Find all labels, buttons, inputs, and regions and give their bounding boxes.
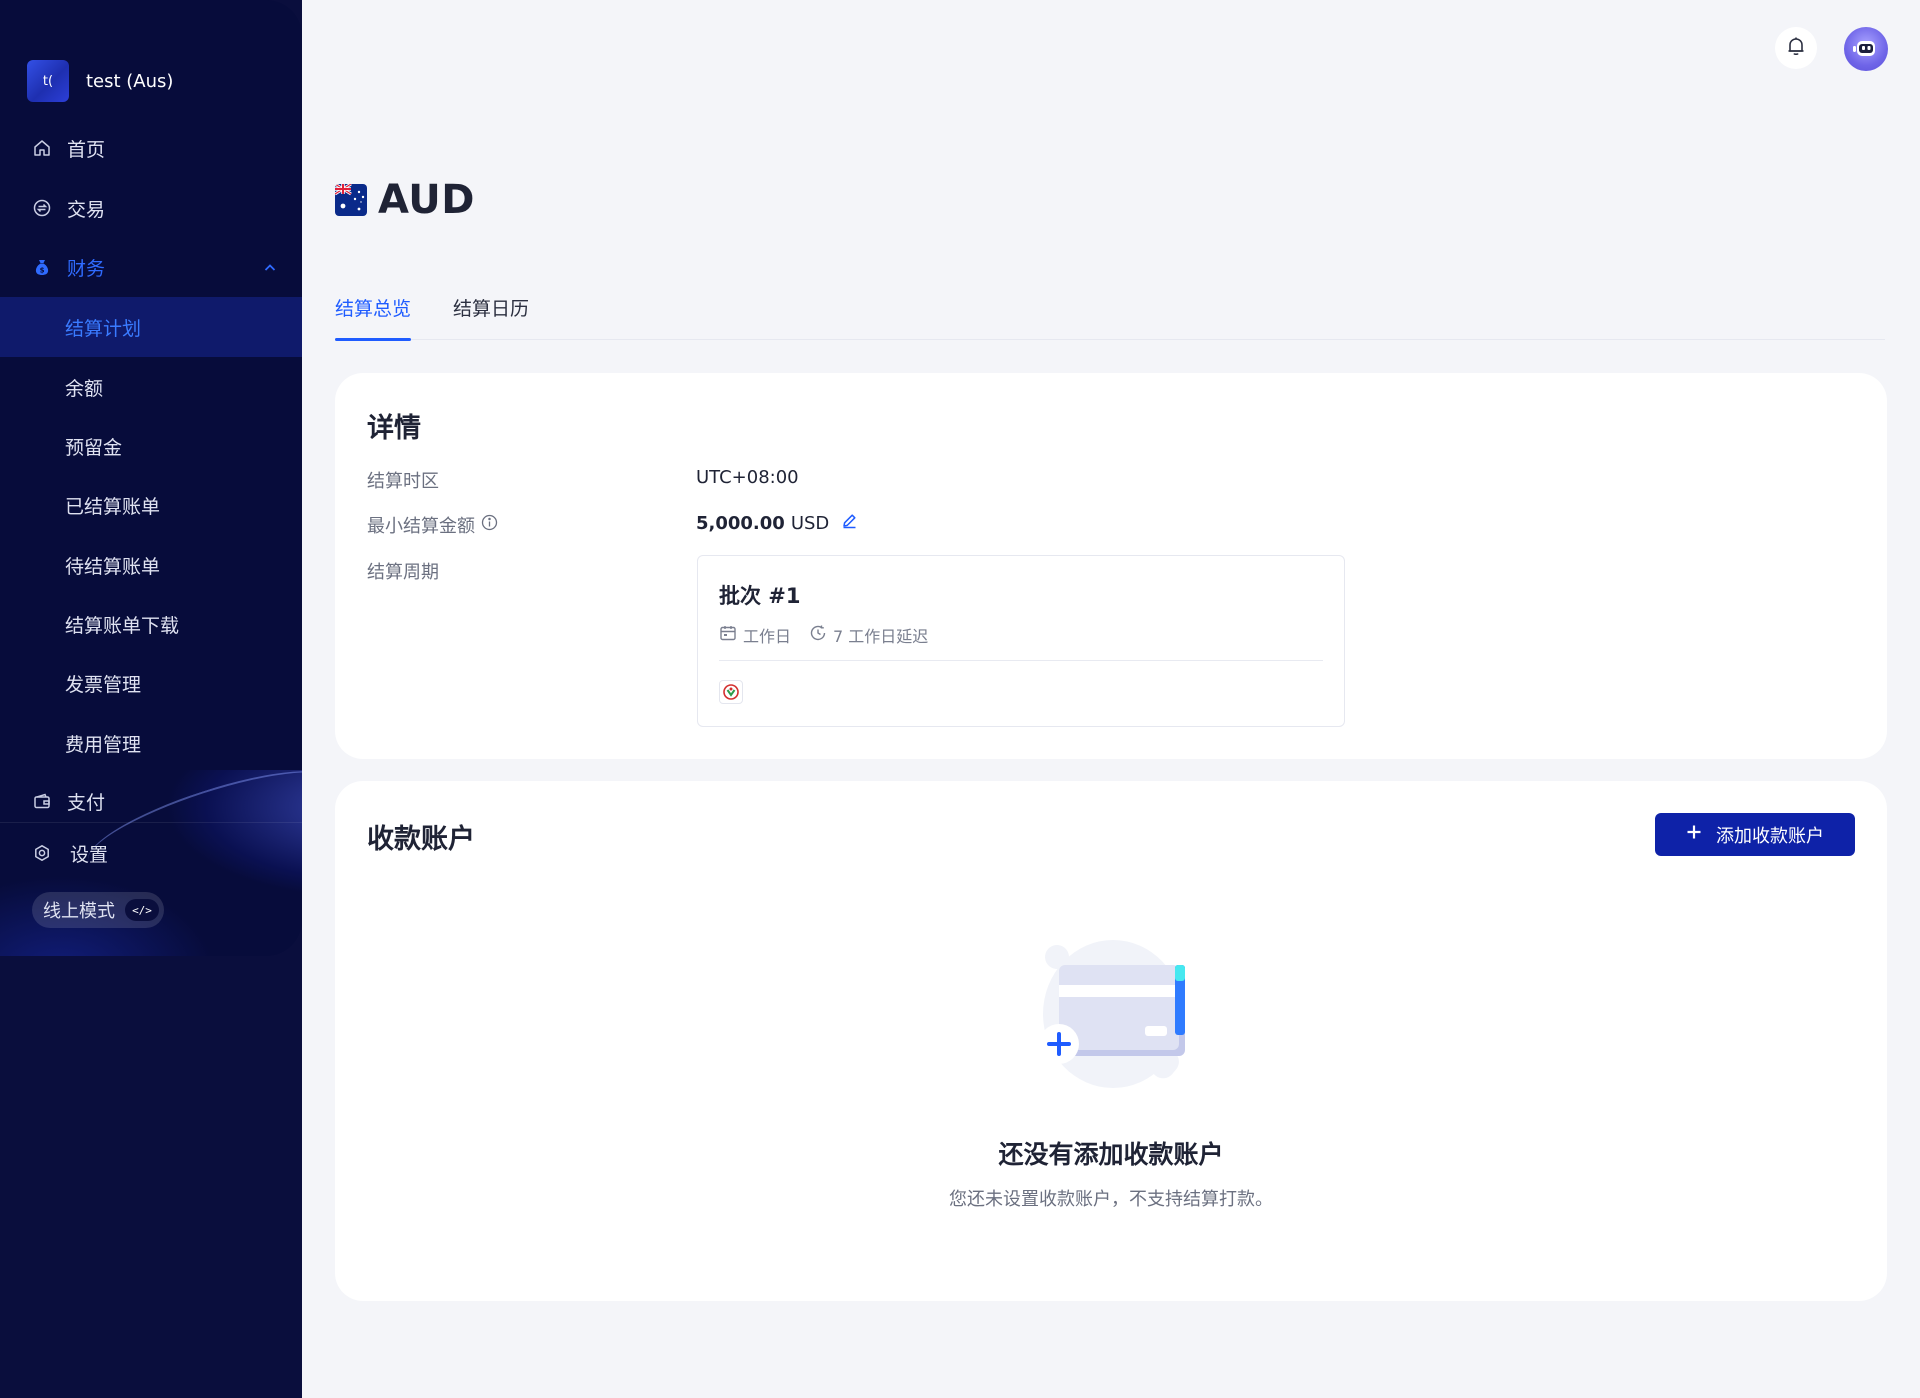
- wallet-icon: [32, 791, 52, 811]
- exchange-icon: [32, 198, 52, 218]
- svg-text:$: $: [40, 267, 45, 275]
- mode-toggle[interactable]: 线上模式 </>: [32, 892, 164, 928]
- sidebar-subitem-label: 已结算账单: [65, 495, 161, 518]
- sidebar-item-home[interactable]: 首页: [0, 121, 302, 175]
- details-card: 详情 结算时区 UTC+08:00 最小结算金额 5,000.00 USD 结算…: [335, 373, 1887, 759]
- sidebar-item-label: 支付: [67, 791, 106, 814]
- tab-bar: 结算总览 结算日历: [335, 288, 1885, 341]
- min-amount-label-text: 最小结算金额: [367, 516, 475, 537]
- tab-settlement-calendar[interactable]: 结算日历: [453, 294, 529, 340]
- min-amount-label: 最小结算金额: [367, 512, 498, 538]
- sidebar-item-label: 首页: [67, 138, 106, 161]
- robot-icon: [1853, 41, 1875, 56]
- details-title: 详情: [367, 413, 421, 444]
- empty-card-illustration: [1025, 931, 1195, 1096]
- sidebar-panel: t( test (Aus) 首页 交易 $ 财务 结算计划 余额 预留金 已结算…: [0, 0, 302, 956]
- empty-state-title: 还没有添加收款账户: [998, 1140, 1224, 1169]
- sidebar-subitem-label: 费用管理: [65, 733, 142, 756]
- timezone-label: 结算时区: [367, 467, 439, 493]
- clock-delay-icon: [809, 624, 827, 646]
- org-switcher[interactable]: t( test (Aus): [27, 60, 173, 102]
- plus-icon: [1686, 824, 1702, 845]
- sidebar-subitem-label: 发票管理: [65, 673, 142, 696]
- sidebar-subitem-bill-download[interactable]: 结算账单下载: [0, 594, 302, 654]
- calendar-icon: [719, 624, 737, 646]
- org-logo: t(: [27, 60, 69, 102]
- sidebar-item-label: 财务: [67, 257, 106, 280]
- sidebar-subitem-invoices[interactable]: 发票管理: [0, 653, 302, 713]
- sidebar-subitem-label: 结算账单下载: [65, 614, 180, 637]
- sidebar-subitem-settlement-plan[interactable]: 结算计划: [0, 297, 302, 357]
- timezone-value: UTC+08:00: [696, 467, 799, 488]
- sidebar-subitem-pending-bills[interactable]: 待结算账单: [0, 535, 302, 595]
- sidebar-item-payments[interactable]: 支付: [0, 774, 302, 828]
- batch-divider: [719, 660, 1323, 661]
- code-icon: </>: [125, 899, 159, 921]
- timezone-label-text: 结算时区: [367, 471, 439, 492]
- tab-settlement-overview[interactable]: 结算总览: [335, 294, 412, 341]
- bank-logo-icon: [719, 680, 743, 704]
- sidebar-subitem-label: 结算计划: [65, 317, 142, 340]
- info-icon[interactable]: [481, 514, 498, 536]
- batch-card: 批次 #1 工作日 7 工作日延迟: [697, 555, 1345, 727]
- page-header: AUD: [335, 176, 475, 224]
- australia-flag-icon: [335, 184, 367, 216]
- add-account-label: 添加收款账户: [1716, 825, 1824, 847]
- page-title: AUD: [378, 177, 475, 223]
- edit-icon[interactable]: [841, 512, 858, 534]
- sidebar-subitem-label: 待结算账单: [65, 555, 161, 578]
- sidebar-subitem-balance[interactable]: 余额: [0, 357, 302, 417]
- empty-state-description: 您还未设置收款账户，不支持结算打款。: [949, 1189, 1273, 1210]
- sidebar-item-label: 交易: [67, 198, 106, 221]
- mode-label: 线上模式: [43, 901, 115, 922]
- chevron-up-icon: [262, 259, 278, 275]
- sidebar-subitem-label: 余额: [65, 377, 104, 400]
- sidebar: t( test (Aus) 首页 交易 $ 财务 结算计划 余额 预留金 已结算…: [0, 0, 302, 1398]
- batch-title: 批次 #1: [719, 584, 801, 608]
- notifications-button[interactable]: [1775, 27, 1817, 69]
- sidebar-item-finance[interactable]: $ 财务: [0, 240, 302, 294]
- sidebar-item-settings[interactable]: 设置: [0, 826, 302, 880]
- sidebar-subitem-settled-bills[interactable]: 已结算账单: [0, 475, 302, 535]
- sidebar-item-transactions[interactable]: 交易: [0, 181, 302, 235]
- cycle-label: 结算周期: [367, 558, 439, 584]
- batch-day-type-text: 工作日: [743, 627, 792, 646]
- sidebar-subitem-reserve[interactable]: 预留金: [0, 416, 302, 476]
- min-amount-number: 5,000.00: [696, 512, 785, 534]
- add-account-button[interactable]: 添加收款账户: [1655, 813, 1855, 856]
- org-name: test (Aus): [86, 70, 174, 92]
- min-amount-value: 5,000.00 USD: [696, 512, 858, 534]
- min-amount-currency: USD: [790, 512, 830, 534]
- sidebar-item-label: 设置: [70, 843, 109, 866]
- timezone-value-text: UTC+08:00: [696, 467, 799, 488]
- batch-delay-text: 7 工作日延迟: [833, 627, 929, 646]
- batch-day-type: 工作日: [719, 623, 791, 647]
- money-bag-icon: $: [32, 257, 52, 277]
- batch-delay: 7 工作日延迟: [809, 623, 928, 647]
- gear-icon: [32, 843, 52, 863]
- bell-icon: [1785, 35, 1807, 61]
- sidebar-subitem-label: 预留金: [65, 436, 123, 459]
- payout-accounts-card: 收款账户 添加收款账户 还没有添加收款账户 您还未设置收款账户，不支持结算打款。: [335, 781, 1887, 1301]
- accounts-title: 收款账户: [367, 824, 475, 855]
- cycle-label-text: 结算周期: [367, 562, 439, 583]
- sidebar-divider: [0, 822, 302, 823]
- user-avatar[interactable]: [1844, 27, 1888, 71]
- home-icon: [32, 138, 52, 158]
- batch-meta: 工作日 7 工作日延迟: [719, 623, 928, 647]
- sidebar-subitem-fees[interactable]: 费用管理: [0, 713, 302, 773]
